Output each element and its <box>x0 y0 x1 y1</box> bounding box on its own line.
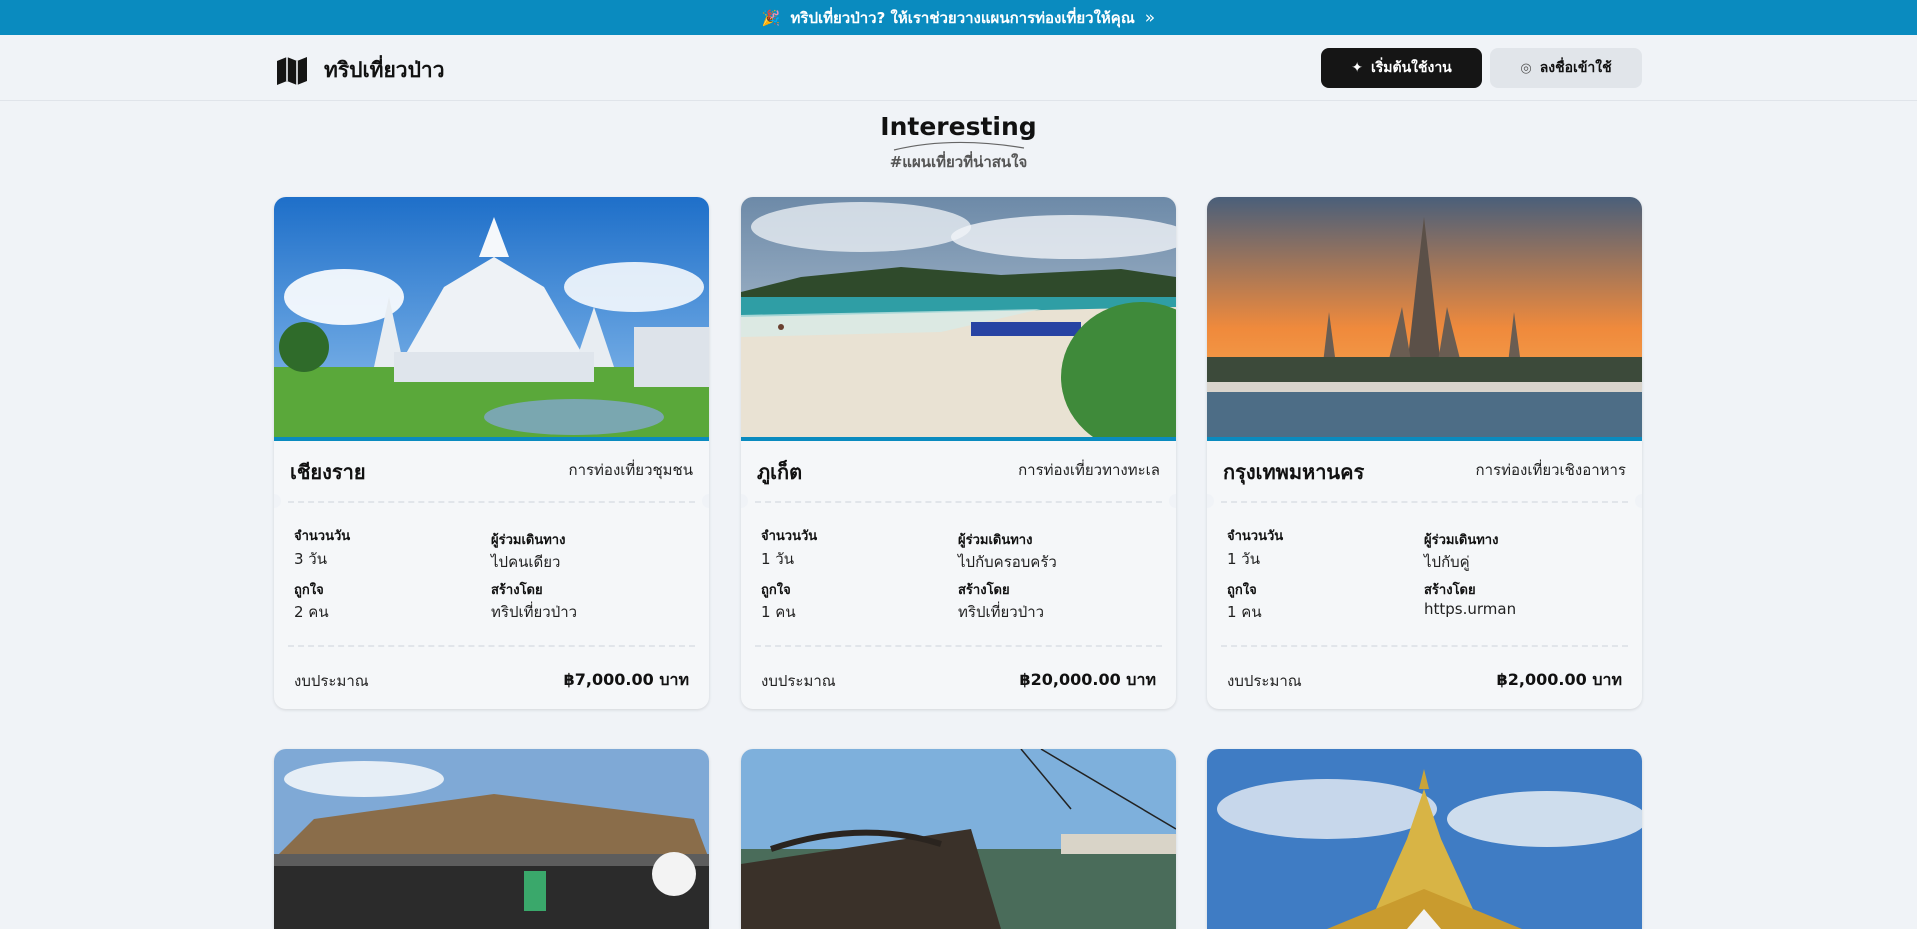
likes-label: ถูกใจ <box>294 583 324 598</box>
budget-row: งบประมาณ ฿2,000.00 บาท <box>1207 647 1642 709</box>
trip-card-header: ภูเก็ต การท่องเที่ยวทางทะเล <box>741 441 1176 501</box>
trip-details: จำนวนวัน 1 วัน ผู้ร่วมเดินทาง ไปกับคู่ ถ… <box>1207 503 1642 645</box>
likes-value: 1 คน <box>1227 603 1262 621</box>
trip-card-header: เชียงราย การท่องเที่ยวชุมชน <box>274 441 709 501</box>
sparkle-icon: ✦ <box>1351 60 1363 76</box>
trip-card[interactable]: กรุงเทพมหานคร การท่องเที่ยวเชิงอาหาร จำน… <box>1207 197 1642 709</box>
likes-label: ถูกใจ <box>1227 583 1257 598</box>
trip-details: จำนวนวัน 3 วัน ผู้ร่วมเดินทาง ไปคนเดียว … <box>274 503 709 645</box>
days-label: จำนวนวัน <box>761 529 818 544</box>
brand-logo[interactable]: ทริปเที่ยวป่าว <box>276 54 444 87</box>
party-icon: 🎉 <box>761 8 781 27</box>
budget-row: งบประมาณ ฿7,000.00 บาท <box>274 647 709 709</box>
trip-card[interactable] <box>741 749 1176 929</box>
start-button-label: เริ่มต้นใช้งาน <box>1370 60 1452 76</box>
trip-name: กรุงเทพมหานคร <box>1223 460 1365 484</box>
budget-label: งบประมาณ <box>294 672 369 690</box>
site-header: ทริปเที่ยวป่าว ✦ เริ่มต้นใช้งาน ◎ ลงชื่อ… <box>0 35 1917 101</box>
trip-type: การท่องเที่ยวทางทะเล <box>1018 461 1160 479</box>
companions-value: ไปกับครอบครัว <box>958 553 1057 571</box>
trip-image-golden-pagoda[interactable] <box>1207 749 1642 929</box>
creator-label: สร้างโดย <box>1424 583 1476 598</box>
trip-type: การท่องเที่ยวชุมชน <box>568 461 693 479</box>
budget-value: ฿2,000.00 บาท <box>1496 670 1622 689</box>
section-subtitle: #แผนเที่ยวที่น่าสนใจ <box>889 153 1028 171</box>
budget-value: ฿7,000.00 บาท <box>563 670 689 689</box>
days-label: จำนวนวัน <box>294 529 351 544</box>
trip-image-wat-arun[interactable] <box>1207 197 1642 441</box>
budget-label: งบประมาณ <box>761 672 836 690</box>
fingerprint-icon: ◎ <box>1520 60 1532 76</box>
companions-label: ผู้ร่วมเดินทาง <box>491 533 566 548</box>
likes-value: 2 คน <box>294 603 329 621</box>
days-value: 3 วัน <box>294 550 327 568</box>
likes-label: ถูกใจ <box>761 583 791 598</box>
trip-image-bridge[interactable] <box>741 749 1176 929</box>
creator-value: ทริปเที่ยวป่าว <box>958 603 1045 621</box>
trip-card[interactable] <box>274 749 709 929</box>
creator-value: ทริปเที่ยวป่าว <box>491 603 578 621</box>
trip-details: จำนวนวัน 1 วัน ผู้ร่วมเดินทาง ไปกับครอบค… <box>741 503 1176 645</box>
companions-label: ผู้ร่วมเดินทาง <box>958 533 1033 548</box>
days-value: 1 วัน <box>761 550 794 568</box>
days-label: จำนวนวัน <box>1227 529 1284 544</box>
days-value: 1 วัน <box>1227 550 1260 568</box>
trip-card[interactable] <box>1207 749 1642 929</box>
companions-value: ไปกับคู่ <box>1424 553 1470 571</box>
companions-label: ผู้ร่วมเดินทาง <box>1424 533 1499 548</box>
promo-banner-text: ทริปเที่ยวป่าว? ให้เราช่วยวางแผนการท่องเ… <box>790 8 1135 27</box>
trip-name: ภูเก็ต <box>757 460 803 484</box>
trip-image-beach[interactable] <box>741 197 1176 452</box>
likes-value: 1 คน <box>761 603 796 621</box>
trip-card[interactable]: ภูเก็ต การท่องเที่ยวทางทะเล จำนวนวัน 1 ว… <box>741 197 1176 709</box>
trip-name: เชียงราย <box>290 460 366 484</box>
trip-image-market[interactable] <box>274 749 709 929</box>
promo-banner[interactable]: 🎉 ทริปเที่ยวป่าว? ให้เราช่วยวางแผนการท่อ… <box>0 0 1917 35</box>
creator-label: สร้างโดย <box>491 583 543 598</box>
trip-type: การท่องเที่ยวเชิงอาหาร <box>1475 461 1626 479</box>
trip-card-header: กรุงเทพมหานคร การท่องเที่ยวเชิงอาหาร <box>1207 441 1642 501</box>
brand-name: ทริปเที่ยวป่าว <box>324 58 445 82</box>
start-button[interactable]: ✦ เริ่มต้นใช้งาน <box>1321 48 1482 88</box>
double-chevron-right-icon: » <box>1144 7 1156 28</box>
budget-row: งบประมาณ ฿20,000.00 บาท <box>741 647 1176 709</box>
budget-value: ฿20,000.00 บาท <box>1019 670 1156 689</box>
trip-image-white-temple[interactable] <box>274 197 709 441</box>
login-button-label: ลงชื่อเข้าใช้ <box>1539 60 1612 76</box>
map-icon <box>277 56 307 85</box>
creator-value: https.urman <box>1424 600 1517 618</box>
budget-label: งบประมาณ <box>1227 672 1302 690</box>
login-button[interactable]: ◎ ลงชื่อเข้าใช้ <box>1490 48 1642 88</box>
trip-card[interactable]: เชียงราย การท่องเที่ยวชุมชน จำนวนวัน 3 ว… <box>274 197 709 709</box>
section-title: Interesting <box>880 112 1037 141</box>
companions-value: ไปคนเดียว <box>491 553 561 571</box>
creator-label: สร้างโดย <box>958 583 1010 598</box>
